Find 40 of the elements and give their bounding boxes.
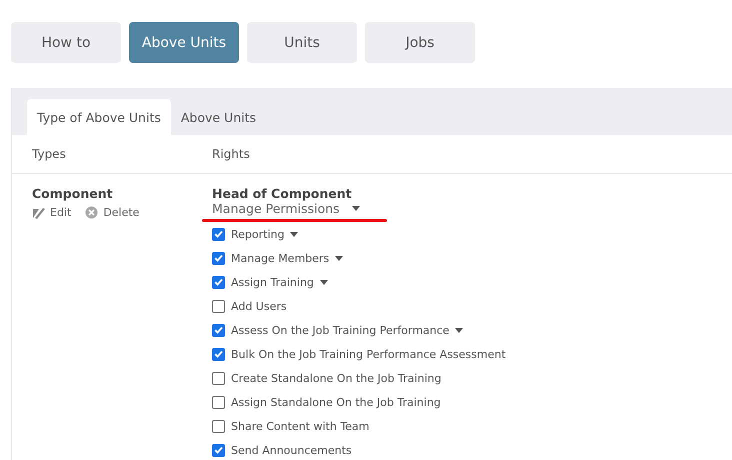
permission-label: Add Users xyxy=(231,300,287,312)
column-header: Types xyxy=(31,147,67,161)
checkbox[interactable] xyxy=(212,300,225,312)
delete-icon xyxy=(85,206,98,219)
nav-tab[interactable]: Above Units xyxy=(129,22,239,63)
caret-icon[interactable] xyxy=(352,206,360,211)
sub-tab[interactable]: Above Units xyxy=(170,99,266,135)
checkbox[interactable] xyxy=(212,420,225,432)
checkbox[interactable] xyxy=(212,444,225,456)
checkbox[interactable] xyxy=(212,324,225,336)
action-link[interactable]: Delete xyxy=(85,206,140,219)
checkbox[interactable] xyxy=(212,396,225,408)
checkbox[interactable] xyxy=(212,348,225,360)
caret-icon[interactable] xyxy=(455,328,464,332)
nav-tab[interactable]: Units xyxy=(247,22,357,63)
permission-label: Assign Standalone On the Job Training xyxy=(231,396,441,408)
caret-icon[interactable] xyxy=(320,280,328,284)
caret-icon[interactable] xyxy=(290,232,298,236)
caret-icon[interactable] xyxy=(335,256,344,260)
permission-label: Assess On the Job Training Performance xyxy=(231,324,450,336)
checkbox[interactable] xyxy=(212,276,225,288)
checkbox[interactable] xyxy=(212,252,225,264)
permission-label: Assign Training xyxy=(231,276,314,288)
action-link[interactable]: Edit xyxy=(32,206,72,219)
checkbox[interactable] xyxy=(212,372,225,384)
permission-label: Send Announcements xyxy=(231,444,352,456)
role-name: Head of Component xyxy=(212,186,353,201)
permission-label: Manage Members xyxy=(231,252,330,264)
pencil-icon xyxy=(32,206,45,219)
checkbox[interactable] xyxy=(212,228,225,240)
type-name: Component xyxy=(32,186,114,201)
column-header: Rights xyxy=(212,147,251,161)
permission-label: Reporting xyxy=(231,228,284,240)
permission-label: Share Content with Team xyxy=(231,420,370,432)
nav-tab[interactable]: How to xyxy=(11,22,121,63)
nav-tab[interactable]: Jobs xyxy=(365,22,475,63)
permissions-dropdown[interactable]: Manage Permissions xyxy=(212,201,360,216)
permission-label: Create Standalone On the Job Training xyxy=(231,372,442,384)
permission-label: Bulk On the Job Training Performance Assessment xyxy=(231,348,506,360)
sub-tab[interactable]: Type of Above Units xyxy=(27,99,171,135)
